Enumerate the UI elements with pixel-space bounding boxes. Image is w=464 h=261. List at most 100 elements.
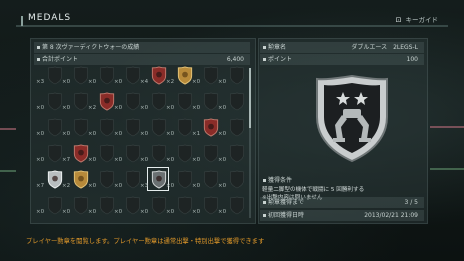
medal-cell[interactable]: ×3 [36, 64, 66, 90]
medal-cell[interactable]: ×2 [62, 168, 92, 194]
medal-count: ×0 [36, 105, 45, 111]
empty-medal-icon [126, 118, 140, 137]
empty-medal-icon [230, 118, 244, 137]
first-date-label: 初回獲得日時 [268, 212, 305, 219]
condition-label: 獲得条件 [268, 177, 293, 184]
key-guide-label: キーガイド [405, 16, 439, 24]
medal-cell[interactable]: ×0 [218, 168, 248, 194]
medal-count: ×0 [140, 131, 149, 137]
medal-cell[interactable]: ×4 [140, 64, 170, 90]
medal-count: ×0 [62, 131, 71, 137]
medal-count: ×0 [192, 209, 201, 215]
medal-cell[interactable]: ×0 [62, 194, 92, 220]
medal-cell[interactable]: ×0 [218, 90, 248, 116]
medal-icon [47, 170, 63, 189]
medal-cell[interactable]: ×0 [140, 194, 170, 220]
medal-count: ×0 [88, 131, 97, 137]
medal-cell[interactable]: ×0 [166, 168, 196, 194]
empty-medal-icon [152, 144, 166, 163]
medal-cell[interactable]: ×2 [166, 64, 196, 90]
medal-cell[interactable]: ×0 [140, 116, 170, 142]
medal-cell[interactable]: ×0 [36, 90, 66, 116]
season-label: 第 8 次ヴァーディクトウォーの成績 [42, 44, 140, 51]
empty-medal-icon [48, 118, 62, 137]
medal-cell[interactable]: ×0 [192, 90, 222, 116]
empty-medal-icon [126, 66, 140, 85]
medal-count: ×0 [114, 79, 123, 85]
medal-icon [151, 66, 167, 85]
medal-count: ×0 [218, 209, 227, 215]
medal-cell[interactable]: ×0 [166, 90, 196, 116]
medal-count: ×7 [36, 183, 45, 189]
empty-medal-icon [230, 170, 244, 189]
medal-cell[interactable]: ×0 [140, 142, 170, 168]
medal-cell[interactable]: ×0 [218, 194, 248, 220]
empty-medal-icon [178, 196, 192, 215]
medal-cell[interactable]: ×0 [88, 194, 118, 220]
medal-cell[interactable]: ×7 [62, 142, 92, 168]
empty-medal-icon [230, 92, 244, 111]
medal-cell[interactable]: ×0 [114, 116, 144, 142]
key-guide[interactable]: ⊡ キーガイド [396, 14, 438, 24]
medal-count: ×0 [88, 209, 97, 215]
medal-count: ×0 [114, 131, 123, 137]
empty-medal-icon [126, 196, 140, 215]
empty-medal-icon [48, 66, 62, 85]
medal-count: ×0 [88, 157, 97, 163]
empty-medal-icon [204, 170, 218, 189]
empty-medal-icon [178, 144, 192, 163]
bullet-icon [37, 58, 40, 61]
medal-cell[interactable]: ×0 [166, 194, 196, 220]
medal-cell[interactable]: ×0 [192, 64, 222, 90]
medal-cell[interactable]: ×0 [62, 64, 92, 90]
medal-name-row: 勲章名 ダブルエース 2LEGS-L [260, 42, 424, 53]
medal-cell[interactable]: ×0 [88, 142, 118, 168]
medal-count: ×0 [88, 183, 97, 189]
key-guide-button-icon: ⊡ [395, 16, 402, 24]
medal-cell[interactable]: ×0 [88, 64, 118, 90]
medal-count: ×2 [166, 79, 175, 85]
medal-cell[interactable]: ×0 [114, 168, 144, 194]
medal-cell[interactable]: ×0 [192, 168, 222, 194]
medal-cell[interactable]: ×2 [88, 90, 118, 116]
empty-medal-icon [100, 170, 114, 189]
progress-label: 勲章獲得まで [268, 199, 305, 206]
empty-medal-icon [100, 144, 114, 163]
medal-cell[interactable]: ×0 [36, 116, 66, 142]
medal-cell[interactable]: ×0 [88, 168, 118, 194]
empty-medal-icon [178, 170, 192, 189]
page-title: MEDALS [28, 13, 72, 23]
medal-cell[interactable]: ×0 [166, 142, 196, 168]
medal-cell[interactable]: ×0 [62, 116, 92, 142]
medal-cell[interactable]: ×0 [36, 142, 66, 168]
medal-cell[interactable]: ×0 [114, 90, 144, 116]
medal-cell[interactable]: ×0 [218, 116, 248, 142]
medal-cell[interactable]: ×0 [192, 142, 222, 168]
medal-cell[interactable]: ×0 [166, 116, 196, 142]
medal-cell[interactable]: ×0 [140, 90, 170, 116]
medal-cell[interactable]: ×0 [36, 194, 66, 220]
medal-count: ×2 [88, 105, 97, 111]
medal-cell[interactable]: ×0 [62, 90, 92, 116]
medal-count: ×0 [192, 183, 201, 189]
medal-count: ×0 [140, 157, 149, 163]
medal-count: ×0 [192, 79, 201, 85]
medal-cell[interactable]: ×0 [192, 194, 222, 220]
selected-medal-icon [316, 74, 388, 163]
scrollbar-thumb[interactable] [249, 68, 251, 128]
medal-cell[interactable]: ×0 [114, 194, 144, 220]
empty-medal-icon [74, 196, 88, 215]
medal-cell[interactable]: ×0 [114, 142, 144, 168]
medal-cell[interactable]: ×0 [218, 64, 248, 90]
medal-count: ×0 [114, 209, 123, 215]
medal-cell[interactable]: ×0 [88, 116, 118, 142]
medal-cell[interactable]: ×1 [192, 116, 222, 142]
empty-medal-icon [152, 118, 166, 137]
medal-cell[interactable]: ×0 [114, 64, 144, 90]
empty-medal-icon [204, 92, 218, 111]
scrollbar[interactable] [249, 68, 251, 218]
medal-cell[interactable]: ×7 [36, 168, 66, 194]
empty-medal-icon [152, 92, 166, 111]
medal-cell[interactable]: ×0 [218, 142, 248, 168]
medal-cell[interactable]: ×3 [140, 167, 170, 194]
